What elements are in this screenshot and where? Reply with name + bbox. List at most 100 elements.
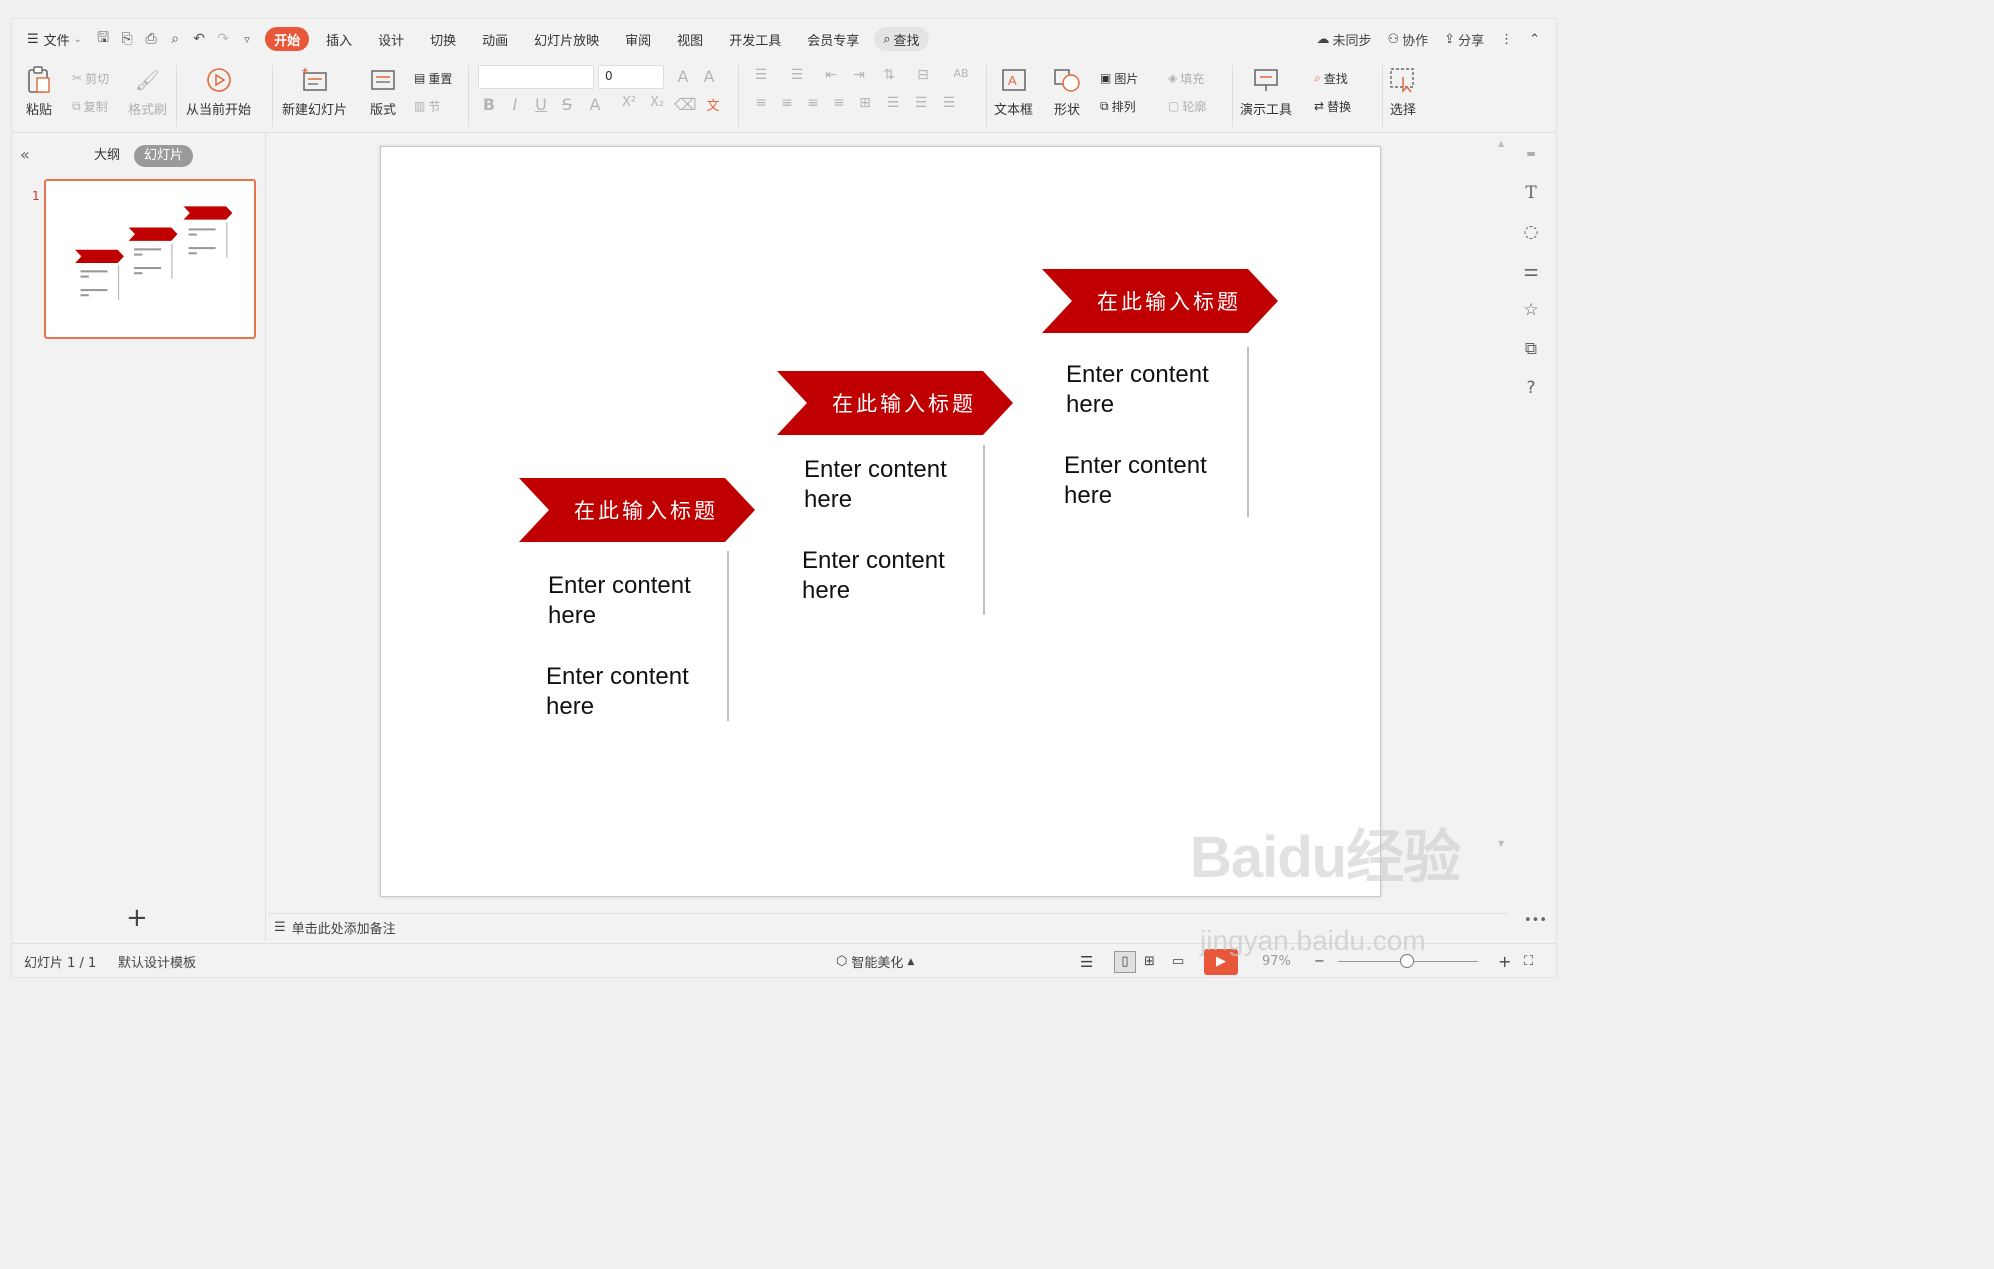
content-text[interactable]: Enter content here (804, 455, 974, 515)
presentation-tools-button[interactable]: 演示工具 (1240, 65, 1292, 118)
smart-beautify-button[interactable]: ⬡ 智能美化 ▲ (836, 952, 914, 971)
subscript-icon[interactable]: X₂ (646, 95, 668, 110)
picture-button[interactable]: ▣ 图片 (1100, 67, 1138, 89)
align-right-icon[interactable]: ≡ (802, 95, 824, 111)
format-painter-button[interactable]: 🖌 格式刷 (128, 65, 167, 118)
tab-outline[interactable]: 大纲 (84, 145, 130, 167)
font-size-select[interactable]: 0 (598, 65, 664, 89)
columns-icon[interactable]: ☰ (938, 95, 960, 111)
section-button[interactable]: ▥ 节 (414, 95, 440, 117)
content-text[interactable]: Enter content here (802, 546, 972, 606)
title-banner[interactable]: 在此输入标题 (519, 478, 755, 542)
font-name-select[interactable] (478, 65, 594, 89)
print-preview-icon[interactable]: ⌕ (163, 27, 187, 51)
cut-button[interactable]: ✂ 剪切 (72, 67, 109, 89)
tab-animations[interactable]: 动画 (473, 27, 517, 51)
tab-review[interactable]: 审阅 (616, 27, 660, 51)
indent-icon[interactable]: ⇥ (848, 67, 870, 83)
banner-title[interactable]: 在此输入标题 (1042, 269, 1278, 333)
collapse-pane-icon[interactable]: « (20, 145, 30, 164)
star-icon[interactable]: ☆ (1520, 299, 1542, 321)
banner-title[interactable]: 在此输入标题 (519, 478, 755, 542)
bold-icon[interactable]: B (478, 95, 500, 114)
phonetic-icon[interactable]: 文 (702, 95, 724, 114)
text-box-button[interactable]: A 文本框 (994, 65, 1033, 118)
paste-button[interactable]: 粘贴 (24, 65, 54, 118)
replace-button[interactable]: ⇄ 替换 (1314, 95, 1351, 117)
template-name[interactable]: 默认设计模板 (118, 952, 196, 971)
select-button[interactable]: 选择 (1388, 65, 1418, 118)
reset-button[interactable]: ▤ 重置 (414, 67, 452, 89)
customize-toolbar-icon[interactable]: ▿ (235, 27, 259, 51)
arrange-button[interactable]: ⧉ 排列 (1100, 95, 1136, 117)
content-text[interactable]: Enter content here (548, 571, 718, 631)
tab-slides[interactable]: 幻灯片 (134, 145, 194, 167)
share-button[interactable]: ⇪ 分享 (1438, 27, 1490, 51)
tab-home[interactable]: 开始 (265, 27, 310, 51)
help-icon[interactable]: ? (1520, 377, 1542, 399)
zoom-in-icon[interactable]: + (1498, 952, 1511, 971)
font-color-icon[interactable]: A (584, 95, 606, 114)
undo-icon[interactable]: ↶ (187, 27, 211, 51)
outdent-icon[interactable]: ⇤ (820, 67, 842, 83)
fit-window-icon[interactable]: ⛶ (1524, 954, 1533, 969)
content-text[interactable]: Enter content here (546, 662, 716, 722)
align-left-icon[interactable]: ≡ (750, 95, 772, 111)
superscript-icon[interactable]: X² (618, 95, 640, 110)
normal-view-icon[interactable]: ▯ (1114, 950, 1136, 973)
text-format-icon[interactable]: T (1520, 182, 1542, 204)
sync-button[interactable]: ☁ 未同步 (1310, 27, 1377, 51)
collaborate-button[interactable]: ⚇ 协作 (1382, 27, 1435, 51)
paragraph-spacing-icon[interactable]: ☰ (910, 95, 932, 111)
tab-transitions[interactable]: 切换 (421, 27, 465, 51)
distribute-icon[interactable]: ⊞ (854, 95, 876, 111)
title-banner[interactable]: 在此输入标题 (777, 371, 1013, 435)
numbered-list-icon[interactable]: ☰ (786, 67, 808, 83)
search-box[interactable]: ⌕ 查找 (874, 27, 929, 51)
text-direction-icon[interactable]: ⇅ (878, 67, 900, 83)
tab-developer[interactable]: 开发工具 (720, 27, 790, 51)
strikethrough-icon[interactable]: S (556, 95, 578, 114)
tab-member[interactable]: 会员专享 (798, 27, 868, 51)
increase-font-icon[interactable]: A (672, 67, 694, 86)
slide-copy-icon[interactable]: ⧉ (1520, 338, 1542, 360)
align-center-icon[interactable]: ≡ (776, 95, 798, 111)
banner-title[interactable]: 在此输入标题 (777, 371, 1013, 435)
fill-button[interactable]: ◈ 填充 (1168, 67, 1204, 89)
sorter-view-icon[interactable]: ⊞ (1144, 954, 1155, 969)
justify-icon[interactable]: ≡ (828, 95, 850, 111)
tab-insert[interactable]: 插入 (317, 27, 361, 51)
more-icon[interactable]: ⋮ (1494, 27, 1519, 51)
add-slide-icon[interactable]: + (126, 903, 148, 933)
collapse-ribbon-icon[interactable]: ⌃ (1523, 27, 1546, 51)
align-text-icon[interactable]: ⊟ (912, 67, 934, 83)
line-spacing-icon[interactable]: ☰ (882, 95, 904, 111)
tab-slideshow[interactable]: 幻灯片放映 (525, 27, 608, 51)
find-button[interactable]: ⌕ 查找 (1314, 67, 1348, 89)
underline-icon[interactable]: U (530, 95, 552, 114)
slide-thumbnail[interactable] (44, 179, 256, 339)
idea-icon[interactable]: ◌ (1520, 221, 1542, 243)
tab-view[interactable]: 视图 (668, 27, 712, 51)
new-slide-button[interactable]: 新建幻灯片 (282, 65, 347, 118)
redo-icon[interactable]: ↷ (211, 27, 235, 51)
content-text[interactable]: Enter content here (1064, 451, 1234, 511)
italic-icon[interactable]: I (504, 95, 526, 114)
title-banner[interactable]: 在此输入标题 (1042, 269, 1278, 333)
layout-button[interactable]: 版式 (368, 65, 398, 118)
reading-view-icon[interactable]: ▭ (1172, 954, 1184, 969)
convert-smartart-icon[interactable]: AB (950, 67, 972, 80)
content-text[interactable]: Enter content here (1066, 360, 1236, 420)
print-icon[interactable]: ⎙ (139, 27, 163, 51)
settings-sliders-icon[interactable]: ⚌ (1520, 260, 1542, 282)
export-pdf-icon[interactable]: ⎘ (115, 27, 139, 51)
play-from-current-button[interactable]: 从当前开始 (186, 65, 251, 118)
more-options-icon[interactable]: ••• (1524, 913, 1547, 928)
shape-button[interactable]: 形状 (1052, 65, 1082, 118)
tab-design[interactable]: 设计 (369, 27, 413, 51)
notes-toggle-icon[interactable]: ☰ (1080, 953, 1093, 971)
copy-button[interactable]: ⧉ 复制 (72, 95, 108, 117)
save-icon[interactable]: 🖫 (91, 27, 115, 51)
canvas-scrollbar[interactable]: ▲ ▼ (1496, 139, 1506, 899)
slide-canvas[interactable]: 在此输入标题 Enter content here Enter content … (380, 146, 1381, 897)
